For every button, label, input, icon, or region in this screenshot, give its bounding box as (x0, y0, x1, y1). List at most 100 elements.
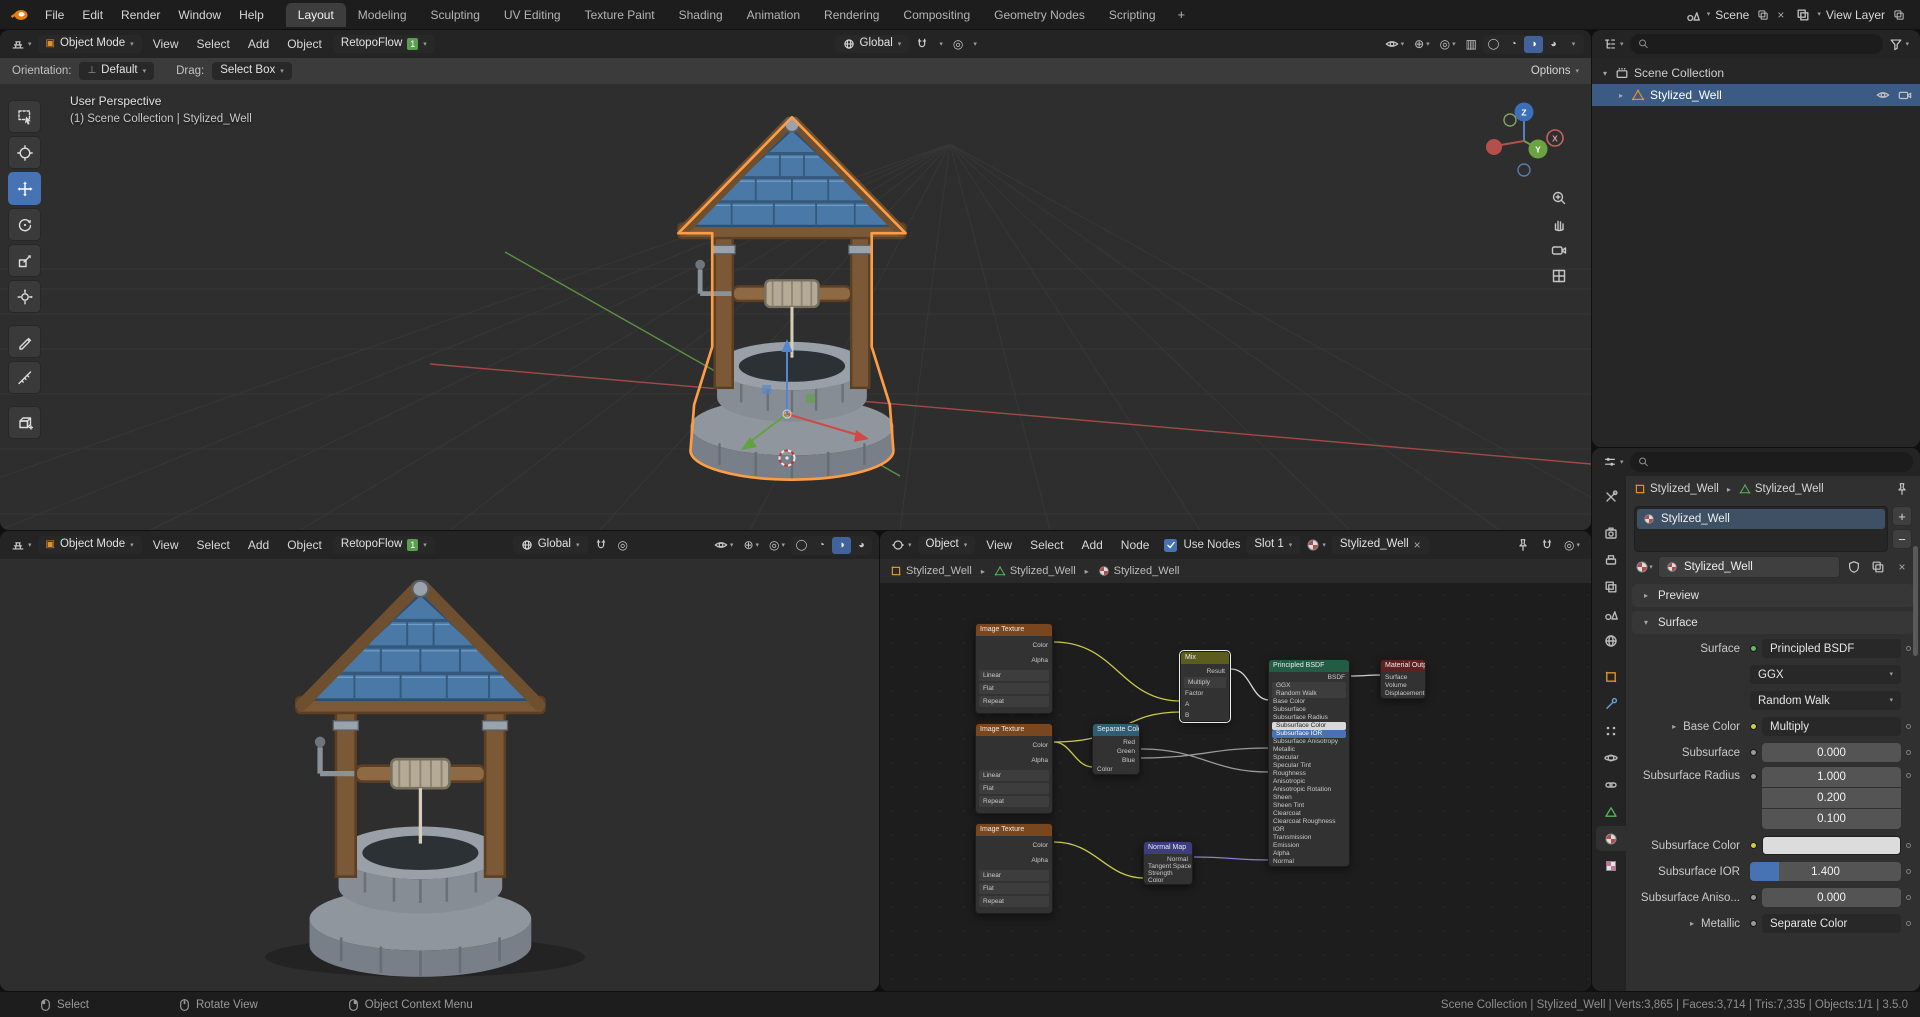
surface-shader-button[interactable]: Principled BSDF (1762, 639, 1901, 658)
transform-tool[interactable] (8, 280, 41, 313)
breadcrumb-object[interactable]: Stylized_Well (1634, 483, 1719, 495)
menu-item[interactable]: Object (278, 536, 331, 554)
retopoflow-menu[interactable]: RetopoFlow 1 ▾ (332, 35, 435, 53)
use-nodes-checkbox[interactable]: Use Nodes (1160, 537, 1244, 554)
scene-selector[interactable]: ▾ Scene × (1684, 6, 1784, 24)
material-slot-list[interactable]: Stylized_Well (1634, 506, 1888, 552)
subsurface-aniso-field[interactable]: 0.000 (1762, 888, 1901, 907)
move-tool[interactable] (8, 172, 41, 205)
menu-item[interactable]: Render (112, 6, 169, 24)
animate-dot[interactable] (1906, 843, 1911, 848)
orientation-default-select[interactable]: ⊥ Default ▾ (79, 62, 155, 80)
workspace-tab[interactable]: Layout (285, 2, 346, 27)
workspace-tab[interactable]: Shading (667, 3, 735, 27)
tab-particles[interactable] (1596, 718, 1626, 743)
new-view-layer-icon[interactable] (1890, 6, 1908, 24)
cursor-tool[interactable] (8, 136, 41, 169)
gizmos-menu[interactable]: ⊕ ▾ (1410, 36, 1434, 52)
subsurface-radius-value[interactable]: 0.200 (1762, 788, 1901, 808)
workspace-tab[interactable]: Rendering (812, 3, 891, 27)
mode-select[interactable]: ▣ Object Mode ▾ (37, 35, 142, 53)
add-workspace-button[interactable]: + (1169, 3, 1195, 26)
expand-icon[interactable]: ▸ (1616, 91, 1626, 100)
viewport2-canvas[interactable] (0, 559, 879, 991)
animate-dot[interactable] (1906, 895, 1911, 900)
tab-world[interactable] (1596, 628, 1626, 653)
shader-type-select[interactable]: Object ▾ (917, 536, 976, 554)
overlays-menu[interactable]: ◎ ▾ (1560, 537, 1584, 553)
ortho-toggle-button[interactable] (1551, 268, 1567, 284)
workspace-tab[interactable]: Compositing (891, 3, 982, 27)
new-scene-icon[interactable] (1754, 6, 1772, 24)
node-image-texture-1[interactable]: Image Texture Color Alpha Linear Flat Repeat (975, 623, 1053, 714)
tab-output[interactable] (1596, 547, 1626, 572)
menu-item[interactable]: Edit (73, 6, 112, 24)
tab-modifiers[interactable] (1596, 691, 1626, 716)
gizmos-menu[interactable]: ⊕ ▾ (739, 537, 763, 553)
tab-constraints[interactable] (1596, 772, 1626, 797)
editor-type-button[interactable]: ▾ (7, 536, 36, 554)
animate-dot[interactable] (1906, 646, 1911, 651)
material-name-field[interactable]: Stylized_Well (1658, 556, 1840, 578)
editor-type-button[interactable]: ▾ (1599, 35, 1628, 53)
pin-icon[interactable] (1512, 536, 1534, 554)
menu-item[interactable]: File (36, 6, 73, 24)
tab-texture[interactable] (1596, 853, 1626, 878)
remove-material-slot-button[interactable]: − (1892, 529, 1912, 549)
subsurface-ior-slider[interactable]: 1.400 (1750, 862, 1901, 881)
menu-item[interactable]: Add (239, 536, 278, 554)
breadcrumb-material[interactable]: Stylized_Well (1098, 565, 1179, 577)
animate-dot[interactable] (1906, 921, 1911, 926)
shading-wireframe-button[interactable]: ◯ (1484, 36, 1503, 53)
outliner-search-input[interactable] (1653, 37, 1876, 51)
workspace-tab[interactable]: Geometry Nodes (982, 3, 1097, 27)
pan-button[interactable] (1551, 216, 1567, 232)
tab-view-layer[interactable] (1596, 574, 1626, 599)
node-image-texture-2[interactable]: Image Texture Color Alpha Linear Flat Repeat (975, 723, 1053, 814)
select-box-tool[interactable] (8, 100, 41, 133)
material-name-field[interactable]: Stylized_Well × (1331, 536, 1429, 554)
menu-item[interactable]: Select (187, 35, 238, 53)
breadcrumb-mesh[interactable]: Stylized_Well (1739, 483, 1824, 495)
breadcrumb-mesh[interactable]: Stylized_Well (994, 565, 1076, 577)
xray-toggle[interactable]: ▥ (1462, 36, 1481, 52)
editor-type-button[interactable]: ▾ (7, 35, 36, 53)
workspace-tab[interactable]: Sculpting (419, 3, 492, 27)
tab-physics[interactable] (1596, 745, 1626, 770)
shading-material-button[interactable]: ◑ (1524, 35, 1544, 53)
menu-item[interactable]: View (144, 35, 188, 53)
shading-solid-button[interactable]: ◔ (812, 537, 831, 554)
axis-z-neg-ball[interactable] (1517, 163, 1531, 177)
subsurface-radius-value[interactable]: 0.100 (1762, 809, 1901, 829)
filter-icon[interactable]: ▾ (1885, 35, 1913, 53)
annotate-tool[interactable] (8, 325, 41, 358)
menu-item[interactable]: Help (230, 6, 273, 24)
node-separate-color[interactable]: Separate Color RedGreenBlueColor (1092, 723, 1140, 775)
node-material-output[interactable]: Material Output SurfaceVolumeDisplacemen… (1380, 659, 1426, 699)
workspace-tab[interactable]: Texture Paint (573, 3, 667, 27)
workspace-tab[interactable]: UV Editing (492, 3, 573, 27)
tab-object-data[interactable] (1596, 799, 1626, 824)
axis-y-neg-ball[interactable] (1503, 113, 1517, 127)
menu-item[interactable]: Window (169, 6, 230, 24)
expand-icon[interactable]: ▸ (1687, 919, 1697, 928)
browse-material-button[interactable]: ▾ (1302, 536, 1330, 554)
node-mix[interactable]: Mix Result Multiply Factor A B (1179, 650, 1231, 723)
metallic-node-button[interactable]: Separate Color (1762, 914, 1901, 933)
outliner-search[interactable] (1629, 34, 1884, 54)
shading-material-button[interactable]: ◑ (832, 536, 852, 554)
animate-dot[interactable] (1906, 724, 1911, 729)
viewport-canvas[interactable]: User Perspective (1) Scene Collection | … (0, 84, 1591, 530)
properties-scrollbar[interactable] (1913, 546, 1918, 656)
subsurface-value-field[interactable]: 0.000 (1762, 743, 1901, 762)
subsurface-color-swatch[interactable] (1762, 836, 1901, 855)
menu-item[interactable]: View (144, 536, 188, 554)
menu-item[interactable]: Add (239, 35, 278, 53)
add-cube-tool[interactable] (8, 406, 41, 439)
properties-search[interactable] (1629, 452, 1913, 472)
proportional-editing-toggle[interactable]: ◎ (949, 36, 967, 52)
node-principled-bsdf[interactable]: Principled BSDF BSDF GGX Random Walk Base C… (1268, 659, 1350, 867)
drag-select-box-select[interactable]: Select Box ▾ (212, 62, 292, 80)
scale-tool[interactable] (8, 244, 41, 277)
object-visibility-menu[interactable]: ▾ (1381, 35, 1409, 53)
